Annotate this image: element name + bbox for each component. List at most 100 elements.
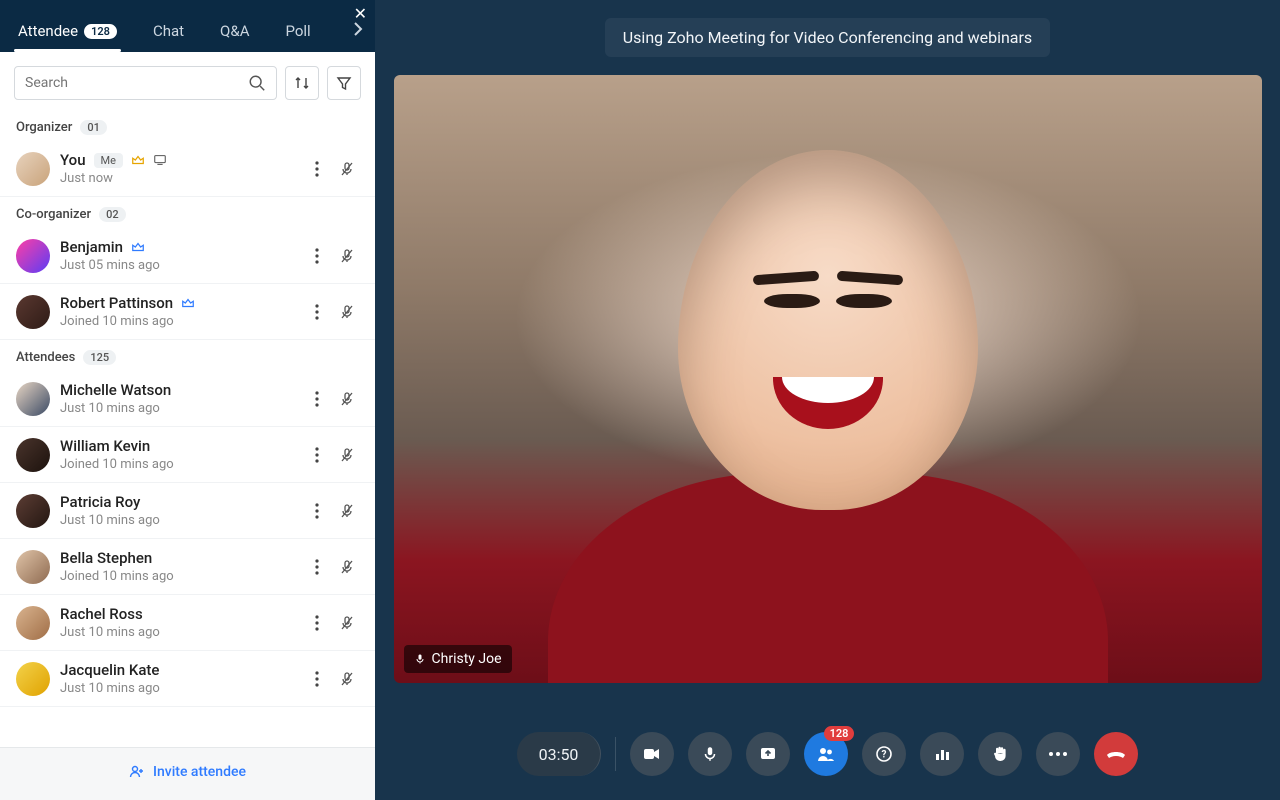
avatar [16,606,50,640]
avatar [16,662,50,696]
camera-icon [642,744,662,764]
more-vert-icon[interactable] [315,391,319,407]
mic-toggle-button[interactable] [688,732,732,776]
more-vert-icon[interactable] [315,161,319,177]
section-title: Attendees [16,350,75,365]
invite-label: Invite attendee [153,764,246,780]
share-screen-button[interactable] [746,732,790,776]
section-title: Co-organizer [16,207,91,222]
list-item[interactable]: Jacquelin KateJust 10 mins ago [0,651,375,707]
mic-muted-icon[interactable] [339,615,355,631]
person-meta: You Me Just now [60,151,315,186]
hangup-icon [1104,742,1128,766]
person-name: Robert Pattinson [60,294,173,312]
panel-tabs: Attendee 128 Chat Q&A Poll [0,0,375,52]
tab-badge: 128 [84,24,117,39]
meeting-timer: 03:50 [517,732,602,776]
mic-muted-icon[interactable] [339,503,355,519]
crown-outline-icon [131,240,145,254]
close-icon[interactable]: ✕ [354,4,367,23]
more-vert-icon[interactable] [315,559,319,575]
tab-attendee[interactable]: Attendee 128 [0,14,135,52]
section-attendees: Attendees 125 [0,340,375,371]
section-count: 125 [83,350,116,365]
attendee-list[interactable]: Organizer 01 You Me Just now Co-organize… [0,110,375,747]
panel-header: ✕ Attendee 128 Chat Q&A Poll [0,0,375,52]
divider [615,737,616,771]
person-status: Joined 10 mins ago [60,457,315,472]
section-count: 01 [80,120,107,135]
tab-label: Chat [153,22,184,40]
avatar [16,295,50,329]
list-item[interactable]: William KevinJoined 10 mins ago [0,427,375,483]
main-stage: Using Zoho Meeting for Video Conferencin… [375,0,1280,800]
tab-label: Q&A [220,22,249,40]
tab-chat[interactable]: Chat [135,14,202,52]
crown-outline-icon [181,296,195,310]
more-horiz-icon [1048,751,1068,757]
more-vert-icon[interactable] [315,248,319,264]
mic-muted-icon[interactable] [339,447,355,463]
more-vert-icon[interactable] [315,615,319,631]
more-options-button[interactable] [1036,732,1080,776]
section-coorganizer: Co-organizer 02 [0,197,375,228]
list-item[interactable]: Robert Pattinson Joined 10 mins ago [0,284,375,340]
section-organizer: Organizer 01 [0,110,375,141]
mic-muted-icon[interactable] [339,304,355,320]
speaker-name-tag: Christy Joe [404,645,512,673]
avatar [16,239,50,273]
person-status: Just 10 mins ago [60,513,315,528]
search-box[interactable] [14,66,277,100]
speaker-name: Christy Joe [432,651,502,667]
question-icon: ? [875,745,893,763]
tab-qa[interactable]: Q&A [202,14,267,52]
more-vert-icon[interactable] [315,304,319,320]
section-count: 02 [99,207,126,222]
tab-label: Poll [285,22,310,40]
list-item[interactable]: You Me Just now [0,141,375,197]
person-status: Just 10 mins ago [60,401,315,416]
person-status: Just now [60,171,315,186]
video-toggle-button[interactable] [630,732,674,776]
person-name: Benjamin [60,238,123,256]
svg-text:?: ? [882,750,887,761]
person-status: Joined 10 mins ago [60,314,315,329]
list-item[interactable]: Benjamin Just 05 mins ago [0,228,375,284]
person-status: Just 10 mins ago [60,625,315,640]
mic-muted-icon[interactable] [339,161,355,177]
tabs-scroll-right[interactable] [353,22,375,44]
qa-button[interactable]: ? [862,732,906,776]
mic-muted-icon[interactable] [339,391,355,407]
list-item[interactable]: Patricia Roy Just 10 mins ago [0,483,375,539]
tab-poll[interactable]: Poll [267,14,328,52]
polls-button[interactable] [920,732,964,776]
avatar [16,550,50,584]
filter-icon [336,75,352,91]
person-name: Jacquelin Kate [60,661,159,679]
more-vert-icon[interactable] [315,503,319,519]
person-name: Rachel Ross [60,605,143,623]
screen-share-icon [153,153,167,167]
end-call-button[interactable] [1094,732,1138,776]
active-speaker-video[interactable]: Christy Joe [394,75,1262,683]
filter-button[interactable] [327,66,361,100]
sort-button[interactable] [285,66,319,100]
more-vert-icon[interactable] [315,671,319,687]
list-item[interactable]: Bella StephenJoined 10 mins ago [0,539,375,595]
share-icon [759,745,777,763]
more-vert-icon[interactable] [315,447,319,463]
mic-muted-icon[interactable] [339,248,355,264]
participants-button[interactable]: 128 [804,732,848,776]
meeting-title: Using Zoho Meeting for Video Conferencin… [605,18,1050,57]
reactions-button[interactable] [978,732,1022,776]
list-item[interactable]: Michelle WatsonJust 10 mins ago [0,371,375,427]
search-input[interactable] [25,75,248,91]
person-name: Patricia Roy [60,493,140,511]
search-row [0,52,375,110]
list-item[interactable]: Rachel Ross Just 10 mins ago [0,595,375,651]
section-title: Organizer [16,120,72,135]
meeting-controls: 03:50 128 ? [517,732,1139,776]
mic-muted-icon[interactable] [339,559,355,575]
mic-muted-icon[interactable] [339,671,355,687]
invite-attendee-button[interactable]: Invite attendee [129,764,246,780]
